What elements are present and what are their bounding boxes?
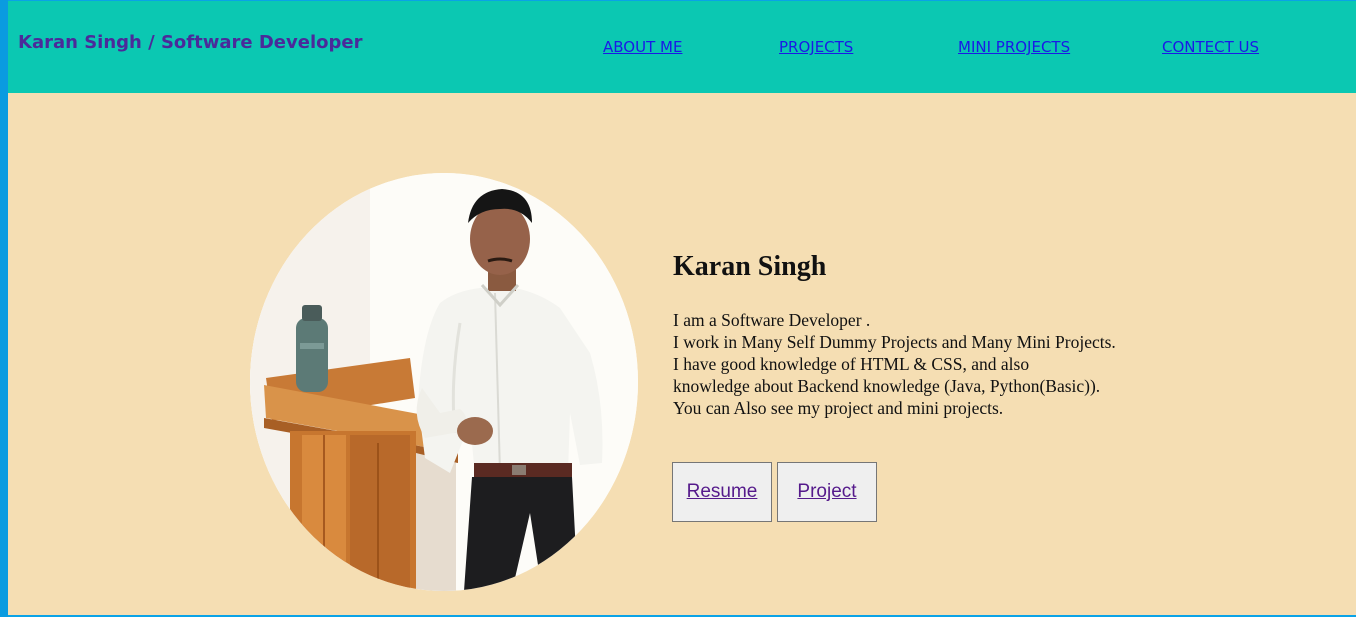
brand-title: Karan Singh / Software Developer	[18, 32, 363, 53]
profile-info: Karan Singh I am a Software Developer . …	[673, 251, 1233, 419]
bio-line: I am a Software Developer .	[673, 310, 871, 330]
nav-link-projects[interactable]: PROJECTS	[779, 38, 853, 56]
bio-line: You can Also see my project and mini pro…	[673, 398, 1004, 418]
nav-link-contact-us[interactable]: CONTECT US	[1162, 38, 1259, 56]
hero-section: Karan Singh I am a Software Developer . …	[8, 93, 1356, 615]
project-button[interactable]: Project	[777, 462, 877, 522]
nav-link-about-me[interactable]: ABOUT ME	[603, 38, 682, 56]
page-left-edge	[0, 0, 8, 617]
nav-link-mini-projects[interactable]: MINI PROJECTS	[958, 38, 1070, 56]
person-portrait-icon	[250, 173, 638, 591]
bio-line: knowledge about Backend knowledge (Java,…	[673, 376, 1101, 396]
bio-line: I have good knowledge of HTML & CSS, and…	[673, 354, 1030, 374]
bio-line: I work in Many Self Dummy Projects and M…	[673, 332, 1116, 352]
profile-name: Karan Singh	[673, 251, 827, 282]
profile-photo	[250, 173, 638, 591]
top-navbar: Karan Singh / Software Developer ABOUT M…	[8, 1, 1356, 93]
resume-button[interactable]: Resume	[672, 462, 772, 522]
profile-bio: I am a Software Developer . I work in Ma…	[673, 309, 1233, 419]
